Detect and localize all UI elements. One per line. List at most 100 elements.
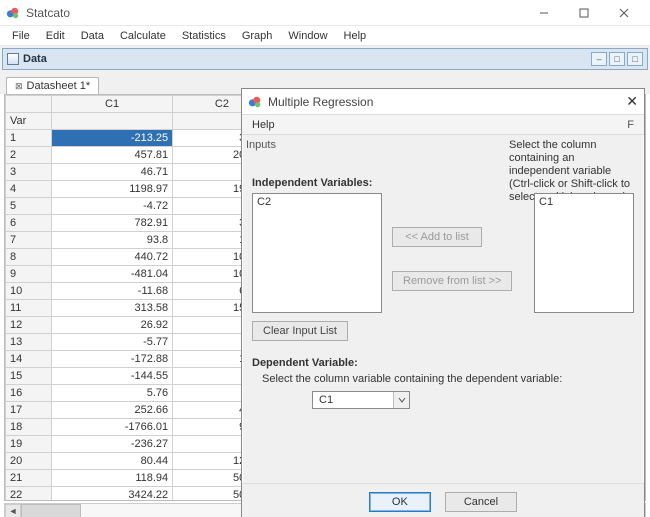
var-row-header: Var xyxy=(6,113,52,130)
dialog-titlebar: Multiple Regression ✕ xyxy=(242,89,644,115)
row-header[interactable]: 7 xyxy=(6,232,52,249)
row-header[interactable]: 18 xyxy=(6,419,52,436)
row-header[interactable]: 11 xyxy=(6,300,52,317)
cell[interactable]: -144.55 xyxy=(52,368,173,385)
cell[interactable]: 93.8 xyxy=(52,232,173,249)
menu-statistics[interactable]: Statistics xyxy=(174,28,234,44)
row-header[interactable]: 10 xyxy=(6,283,52,300)
window-titlebar: Statcato xyxy=(0,0,650,26)
app-icon xyxy=(6,6,20,20)
dialog-button-row: OK Cancel xyxy=(242,483,644,517)
row-header[interactable]: 14 xyxy=(6,351,52,368)
maximize-button[interactable] xyxy=(564,0,604,26)
menu-window[interactable]: Window xyxy=(280,28,335,44)
window-title: Statcato xyxy=(26,6,524,20)
dialog-menu-right: F xyxy=(627,119,634,131)
row-header[interactable]: 17 xyxy=(6,402,52,419)
dialog-body: Inputs Select the column containing an i… xyxy=(242,135,644,483)
cell[interactable]: 5.76 xyxy=(52,385,173,402)
row-header[interactable]: 20 xyxy=(6,453,52,470)
scroll-left-arrow[interactable]: ◄ xyxy=(5,504,21,517)
data-window-title: Data xyxy=(23,53,589,65)
menu-graph[interactable]: Graph xyxy=(234,28,281,44)
cell[interactable]: -236.27 xyxy=(52,436,173,453)
row-header[interactable]: 8 xyxy=(6,249,52,266)
cell[interactable]: 118.94 xyxy=(52,470,173,487)
corner-cell xyxy=(6,96,52,113)
row-header[interactable]: 9 xyxy=(6,266,52,283)
row-header[interactable]: 16 xyxy=(6,385,52,402)
cell[interactable]: 440.72 xyxy=(52,249,173,266)
menu-data[interactable]: Data xyxy=(73,28,112,44)
scroll-thumb[interactable] xyxy=(21,504,81,517)
row-header[interactable]: 6 xyxy=(6,215,52,232)
menu-file[interactable]: File xyxy=(4,28,38,44)
dependent-variable-hint: Select the column variable containing th… xyxy=(262,373,562,385)
data-window-icon xyxy=(7,53,19,65)
cell[interactable]: -481.04 xyxy=(52,266,173,283)
cell[interactable]: 26.92 xyxy=(52,317,173,334)
cell[interactable]: -1766.01 xyxy=(52,419,173,436)
data-window-close[interactable]: □ xyxy=(627,52,643,66)
dialog-icon xyxy=(248,95,262,109)
tab-label: Datasheet 1* xyxy=(27,80,91,92)
cancel-button[interactable]: Cancel xyxy=(445,492,517,512)
close-button[interactable] xyxy=(604,0,644,26)
ok-button[interactable]: OK xyxy=(369,492,431,512)
cell[interactable]: -11.68 xyxy=(52,283,173,300)
independent-variables-label: Independent Variables: xyxy=(252,177,372,189)
cell[interactable]: -172.88 xyxy=(52,351,173,368)
list-item[interactable]: C2 xyxy=(257,196,377,208)
cell[interactable]: 3424.22 xyxy=(52,487,173,502)
row-header[interactable]: 21 xyxy=(6,470,52,487)
independent-variables-list[interactable]: C2 xyxy=(252,193,382,313)
row-header[interactable]: 5 xyxy=(6,198,52,215)
dialog-help-menu[interactable]: Help xyxy=(252,119,275,131)
remove-from-list-button[interactable]: Remove from list >> xyxy=(392,271,512,291)
minimize-button[interactable] xyxy=(524,0,564,26)
dialog-title: Multiple Regression xyxy=(268,95,608,109)
tab-datasheet-1[interactable]: ⊠ Datasheet 1* xyxy=(6,77,99,94)
row-header[interactable]: 19 xyxy=(6,436,52,453)
chevron-down-icon[interactable] xyxy=(393,392,409,408)
cell[interactable]: 457.81 xyxy=(52,147,173,164)
tab-close-icon[interactable]: ⊠ xyxy=(15,81,23,92)
cell[interactable]: 1198.97 xyxy=(52,181,173,198)
cell[interactable]: -5.77 xyxy=(52,334,173,351)
row-header[interactable]: 4 xyxy=(6,181,52,198)
dependent-variable-combo[interactable]: C1 xyxy=(312,391,410,409)
cell[interactable]: -4.72 xyxy=(52,198,173,215)
menu-edit[interactable]: Edit xyxy=(38,28,73,44)
row-header[interactable]: 3 xyxy=(6,164,52,181)
row-header[interactable]: 13 xyxy=(6,334,52,351)
available-columns-list[interactable]: C1 xyxy=(534,193,634,313)
cell[interactable]: 782.91 xyxy=(52,215,173,232)
cell[interactable]: 313.58 xyxy=(52,300,173,317)
inputs-section-label: Inputs xyxy=(246,139,276,151)
row-header[interactable]: 1 xyxy=(6,130,52,147)
dialog-menu: Help F xyxy=(242,115,644,135)
var-cell[interactable] xyxy=(52,113,173,130)
column-header[interactable]: C1 xyxy=(52,96,173,113)
cell[interactable]: -213.25 xyxy=(52,130,173,147)
dependent-variable-label: Dependent Variable: xyxy=(252,357,358,369)
row-header[interactable]: 15 xyxy=(6,368,52,385)
dialog-close-button[interactable]: ✕ xyxy=(608,93,638,110)
clear-input-list-button[interactable]: Clear Input List xyxy=(252,321,348,341)
row-header[interactable]: 22 xyxy=(6,487,52,502)
data-window-max[interactable]: □ xyxy=(609,52,625,66)
menu-bar: File Edit Data Calculate Statistics Grap… xyxy=(0,26,650,46)
data-window-bar: Data – □ □ xyxy=(2,48,648,70)
menu-help[interactable]: Help xyxy=(336,28,375,44)
row-header[interactable]: 2 xyxy=(6,147,52,164)
row-header[interactable]: 12 xyxy=(6,317,52,334)
data-window-min[interactable]: – xyxy=(591,52,607,66)
cell[interactable]: 46.71 xyxy=(52,164,173,181)
dependent-variable-value: C1 xyxy=(313,394,393,406)
multiple-regression-dialog: Multiple Regression ✕ Help F Inputs Sele… xyxy=(241,88,645,517)
list-item[interactable]: C1 xyxy=(539,196,629,208)
cell[interactable]: 80.44 xyxy=(52,453,173,470)
menu-calculate[interactable]: Calculate xyxy=(112,28,174,44)
add-to-list-button[interactable]: << Add to list xyxy=(392,227,482,247)
cell[interactable]: 252.66 xyxy=(52,402,173,419)
